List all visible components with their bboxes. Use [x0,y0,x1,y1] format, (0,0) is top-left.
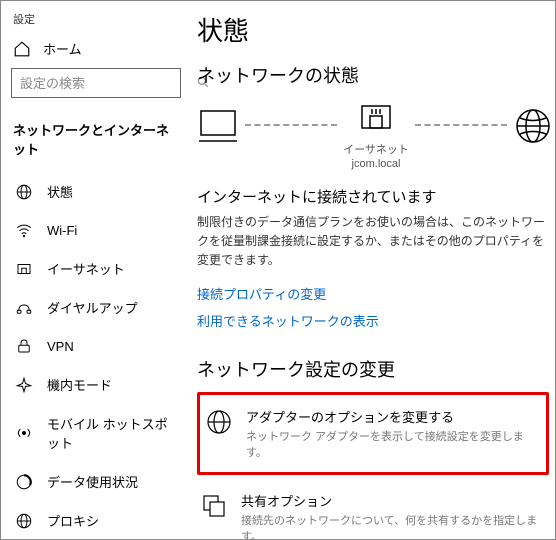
connection-line [245,124,337,126]
nav-data-usage[interactable]: データ使用状況 [1,462,191,501]
computer-icon [197,107,239,148]
nav-label: データ使用状況 [47,472,138,491]
connected-desc: 制限付きのデータ通信プランをお使いの場合は、このネットワークを従量制課金接続に設… [197,213,553,271]
nav-label: モバイル ホットスポット [47,414,177,452]
nav-airplane[interactable]: 機内モード [1,365,191,404]
setting-desc: ネットワーク アダプターを表示して接続設定を変更します。 [246,428,540,460]
link-connection-properties[interactable]: 接続プロパティの変更 [197,284,553,303]
sharing-icon [201,493,227,519]
nav-dialup[interactable]: ダイヤルアップ [1,288,191,327]
nav-vpn[interactable]: VPN [1,327,191,365]
diagram-middle-label: イーサネット [343,143,409,157]
setting-sharing-options[interactable]: 共有オプション 接続先のネットワークについて、何を共有するかを指定します。 [197,481,553,539]
vpn-icon [15,337,33,355]
nav-label: プロキシ [47,511,99,530]
nav-label: 機内モード [47,375,112,394]
diagram-middle-sub: jcom.local [343,157,409,171]
home-label: ホーム [43,39,82,58]
section-title: ネットワークとインターネット [1,116,191,172]
airplane-icon [15,376,33,394]
connection-line [415,124,507,126]
data-usage-icon [15,473,33,491]
nav-status[interactable]: 状態 [1,172,191,211]
globe-large-icon [513,106,553,149]
nav-label: 状態 [47,182,73,201]
nav-label: VPN [47,339,74,354]
change-settings-title: ネットワーク設定の変更 [197,356,553,382]
search-input[interactable] [20,76,196,91]
ethernet-icon [15,260,33,278]
nav-ethernet[interactable]: イーサネット [1,249,191,288]
adapter-icon [206,409,232,435]
proxy-icon [15,512,33,530]
network-diagram: イーサネット jcom.local [197,102,553,172]
nav-wifi[interactable]: Wi-Fi [1,211,191,249]
network-status-title: ネットワークの状態 [197,62,553,88]
wifi-icon [15,221,33,239]
home-icon [13,40,31,58]
globe-icon [15,183,33,201]
nav-label: Wi-Fi [47,223,77,238]
hotspot-icon [15,424,33,442]
search-box[interactable] [11,68,181,98]
app-title: 設定 [1,9,191,33]
page-title: 状態 [197,11,553,48]
dialup-icon [15,299,33,317]
nav-hotspot[interactable]: モバイル ホットスポット [1,404,191,462]
setting-desc: 接続先のネットワークについて、何を共有するかを指定します。 [241,512,549,539]
link-available-networks[interactable]: 利用できるネットワークの表示 [197,311,553,330]
setting-title: アダプターのオプションを変更する [246,407,540,426]
setting-adapter-options[interactable]: アダプターのオプションを変更する ネットワーク アダプターを表示して接続設定を変… [202,397,544,470]
nav-label: イーサネット [47,259,125,278]
nav-proxy[interactable]: プロキシ [1,501,191,540]
ethernet-port-icon [358,102,394,139]
home-button[interactable]: ホーム [1,33,191,68]
highlight-box: アダプターのオプションを変更する ネットワーク アダプターを表示して接続設定を変… [197,392,549,475]
connected-text: インターネットに接続されています [197,186,553,207]
main-content: 状態 ネットワークの状態 イーサネット jcom.local [191,1,555,539]
setting-title: 共有オプション [241,491,549,510]
sidebar: 設定 ホーム ネットワークとインターネット 状態 Wi-Fi [1,1,191,539]
nav-label: ダイヤルアップ [47,298,138,317]
